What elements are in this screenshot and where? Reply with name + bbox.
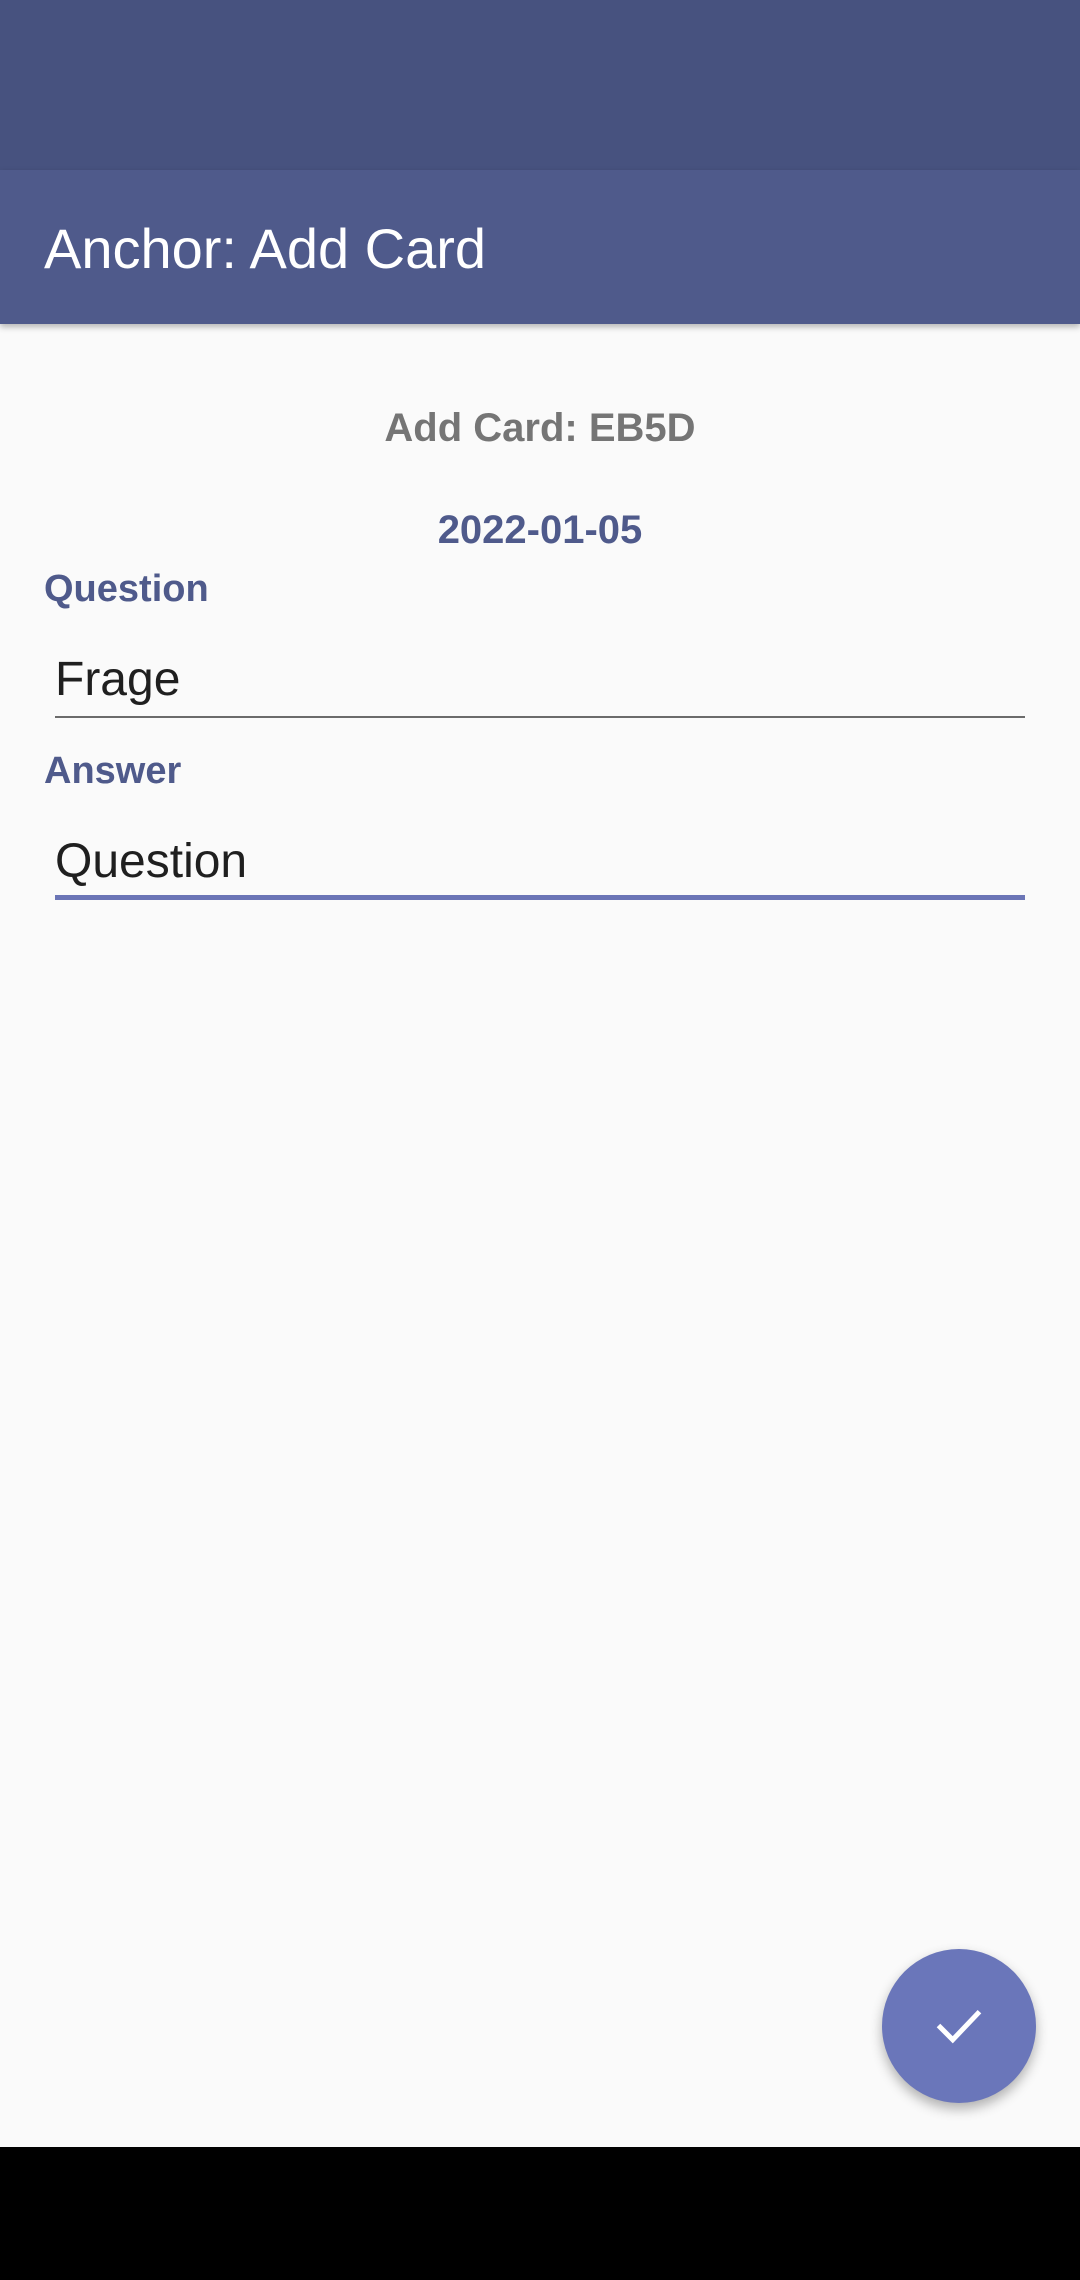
question-input-underline xyxy=(55,716,1025,718)
app-title: Anchor: Add Card xyxy=(44,217,487,280)
app-bar: Anchor: Add Card xyxy=(0,170,1080,324)
answer-label: Answer xyxy=(44,750,182,792)
question-label: Question xyxy=(44,568,209,610)
answer-input[interactable]: Question xyxy=(55,818,1025,900)
card-date: 2022-01-05 xyxy=(437,508,643,552)
check-icon xyxy=(936,2009,982,2044)
status-bar xyxy=(0,0,1080,170)
save-card-button[interactable] xyxy=(882,1949,1036,2103)
add-card-form: Add Card: EB5D 2022-01-05 Question Frage… xyxy=(0,324,1080,2147)
question-input-value[interactable]: Frage xyxy=(55,652,180,708)
answer-input-value[interactable]: Question xyxy=(55,834,247,890)
answer-input-underline xyxy=(55,895,1025,900)
card-header: Add Card: EB5D xyxy=(384,406,696,450)
navigation-bar xyxy=(0,2147,1080,2280)
question-input[interactable]: Frage xyxy=(55,636,1025,718)
